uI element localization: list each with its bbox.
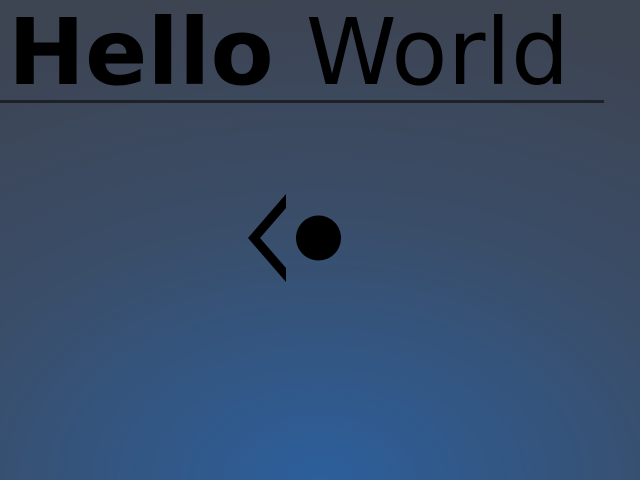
page-title-regular: World [305, 0, 570, 106]
header-divider [0, 100, 604, 103]
page-title-bold: Hello [8, 0, 274, 106]
chevron-left-icon[interactable] [248, 194, 286, 282]
nav-widget-graphic [248, 194, 341, 282]
nav-widget [246, 192, 346, 284]
dot-icon [296, 215, 341, 261]
page-title: Hello World [8, 0, 569, 106]
